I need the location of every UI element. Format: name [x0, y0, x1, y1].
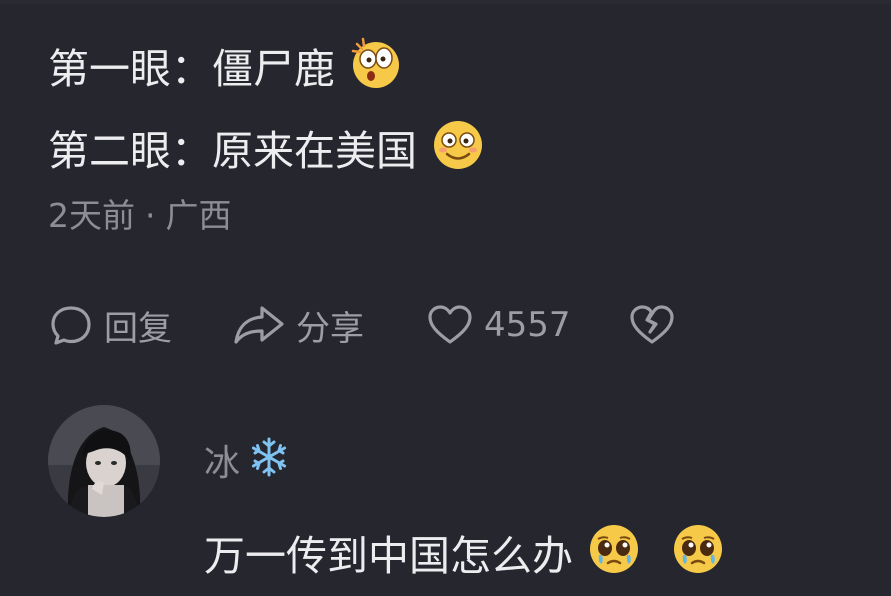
comment-line-2: 第二眼：原来在美国 [48, 118, 485, 184]
share-label: 分享 [296, 308, 364, 349]
reply-label: 回复 [104, 308, 172, 349]
reply-text: 万一传到中国怎么办 [204, 522, 725, 589]
like-button[interactable]: 4557 [426, 302, 571, 348]
like-count: 4557 [484, 305, 571, 345]
pleading-face-icon [671, 522, 725, 589]
comment-thread: 第一眼：僵尸鹿 第二眼：原来在美国 2天前 · 广西 回复 分享 4557 冰 … [0, 0, 891, 596]
reply-text-content: 万一传到中国怎么办 [204, 531, 573, 580]
smiling-face-icon [431, 118, 485, 184]
comment-time: 2天前 [48, 196, 135, 235]
reply-button[interactable]: 回复 [48, 302, 172, 349]
username-text: 冰 [204, 442, 241, 484]
comment-line-1: 第一眼：僵尸鹿 [48, 36, 403, 102]
speech-bubble-icon [48, 302, 94, 348]
astonished-face-icon [349, 36, 403, 102]
comment-location: 广西 [165, 196, 232, 235]
dislike-button[interactable] [628, 302, 676, 348]
share-arrow-icon [232, 302, 286, 348]
heart-icon [426, 302, 474, 348]
comment-meta: 2天前 · 广西 [48, 196, 232, 236]
meta-separator: · [145, 196, 156, 235]
broken-heart-icon [628, 302, 676, 348]
pleading-face-icon [587, 522, 641, 589]
comment-line-1-text: 第一眼：僵尸鹿 [48, 45, 335, 93]
reply-username[interactable]: 冰 [204, 436, 290, 491]
avatar[interactable] [48, 405, 160, 517]
share-button[interactable]: 分享 [232, 302, 364, 349]
snowflake-icon [248, 436, 290, 491]
top-divider [0, 0, 891, 4]
comment-line-2-text: 第二眼：原来在美国 [48, 127, 417, 175]
